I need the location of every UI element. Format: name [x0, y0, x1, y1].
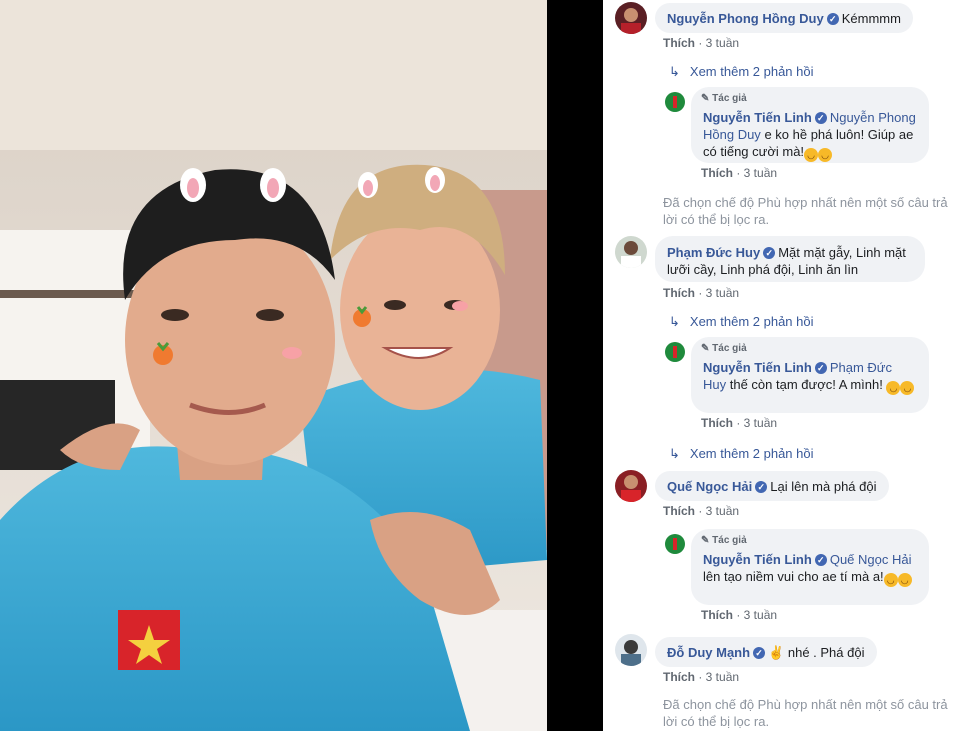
- avatar[interactable]: [615, 470, 647, 502]
- comment-bubble: Quế Ngọc Hải ✓ Lại lên mà phá đội: [655, 471, 889, 501]
- reply-arrow-icon: ↳: [669, 64, 680, 79]
- verified-icon: ✓: [826, 13, 839, 25]
- reply-author[interactable]: Nguyễn Tiến Linh: [703, 552, 812, 567]
- comment-bubble: Phạm Đức Huy ✓ Mặt mặt gẫy, Linh mặt lưỡi …: [655, 236, 925, 282]
- view-more-replies[interactable]: ↳ Xem thêm 2 phản hồi: [669, 64, 813, 80]
- view-more-label: Xem thêm 2 phản hồi: [689, 64, 814, 79]
- verified-icon: ✓: [814, 112, 827, 124]
- view-more-replies[interactable]: ↳ Xem thêm 2 phản hồi: [669, 446, 813, 462]
- comments-panel: Nguyễn Phong Hồng Duy ✓ Kémmmm Thích · 3 t…: [603, 0, 963, 731]
- laughing-emoji-icon: ◡: [900, 381, 915, 395]
- avatar[interactable]: [615, 634, 647, 666]
- comment-text: Lại lên mà phá đội: [770, 479, 877, 494]
- comment-meta: Thích · 3 tuần: [663, 36, 740, 50]
- like-link[interactable]: Thích: [663, 504, 695, 518]
- laughing-emoji-icon: ◡: [804, 148, 819, 162]
- laughing-emoji-icon: ◡: [883, 573, 898, 587]
- author-badge-label: Tác giả: [712, 343, 747, 354]
- comment-meta: Thích · 3 tuần: [663, 670, 740, 684]
- author-badge: ✎ Tác giả: [701, 343, 747, 354]
- comment-author[interactable]: Phạm Đức Huy: [667, 245, 760, 260]
- like-link[interactable]: Thích: [701, 166, 733, 180]
- reply-meta: Thích · 3 tuần: [701, 166, 778, 180]
- like-link[interactable]: Thích: [663, 36, 695, 50]
- reply-arrow-icon: ↳: [669, 314, 680, 329]
- reply-author[interactable]: Nguyễn Tiến Linh: [703, 110, 812, 125]
- comment-author[interactable]: Đỗ Duy Mạnh: [667, 645, 750, 660]
- view-more-label: Xem thêm 2 phản hồi: [689, 446, 814, 461]
- avatar[interactable]: [615, 236, 647, 268]
- author-badge-label: Tác giả: [712, 93, 747, 104]
- avatar[interactable]: [665, 534, 685, 554]
- verified-icon: ✓: [814, 554, 827, 566]
- like-link[interactable]: Thích: [663, 286, 695, 300]
- timestamp[interactable]: 3 tuần: [706, 504, 739, 518]
- comment-meta: Thích · 3 tuần: [663, 504, 740, 518]
- selfie-photo: [0, 0, 547, 731]
- laughing-emoji-icon: ◡: [897, 573, 912, 587]
- filter-notice: Đã chọn chế độ Phù hợp nhất nên một số c…: [663, 697, 948, 729]
- reply-author[interactable]: Nguyễn Tiến Linh: [703, 360, 812, 375]
- reply-text: thế còn tạm được! A mình!: [729, 377, 883, 392]
- comment-meta: Thích · 3 tuần: [663, 286, 740, 300]
- comment-author[interactable]: Quế Ngọc Hải: [667, 479, 752, 494]
- reply-arrow-icon: ↳: [669, 446, 680, 461]
- comment-text: ✌️ nhé . Phá đội: [768, 645, 865, 660]
- author-badge: ✎ Tác giả: [701, 535, 747, 546]
- verified-icon: ✓: [814, 362, 827, 374]
- verified-icon: ✓: [755, 481, 768, 493]
- view-more-label: Xem thêm 2 phản hồi: [689, 314, 814, 329]
- reply-meta: Thích · 3 tuần: [701, 416, 778, 430]
- comment-bubble: Nguyễn Phong Hồng Duy ✓ Kémmmm: [655, 3, 913, 33]
- filter-notice: Đã chọn chế độ Phù hợp nhất nên một số c…: [663, 195, 948, 227]
- timestamp[interactable]: 3 tuần: [706, 286, 739, 300]
- author-badge-label: Tác giả: [712, 535, 747, 546]
- avatar[interactable]: [665, 342, 685, 362]
- timestamp[interactable]: 3 tuần: [744, 166, 777, 180]
- timestamp[interactable]: 3 tuần: [744, 608, 777, 622]
- avatar[interactable]: [665, 92, 685, 112]
- view-more-replies[interactable]: ↳ Xem thêm 2 phản hồi: [669, 314, 813, 330]
- reply-text: lên tạo niềm vui cho ae tí mà a!: [703, 569, 884, 584]
- like-link[interactable]: Thích: [701, 416, 733, 430]
- laughing-emoji-icon: ◡: [886, 381, 901, 395]
- comment-author[interactable]: Nguyễn Phong Hồng Duy: [667, 11, 824, 26]
- verified-icon: ✓: [753, 647, 766, 659]
- timestamp[interactable]: 3 tuần: [706, 670, 739, 684]
- verified-icon: ✓: [763, 247, 776, 259]
- comment-bubble: Đỗ Duy Mạnh ✓ ✌️ nhé . Phá đội: [655, 637, 877, 667]
- comment-text: Kémmmm: [841, 11, 901, 26]
- laughing-emoji-icon: ◡: [818, 148, 833, 162]
- mention-link[interactable]: Quế Ngọc Hải: [830, 552, 912, 567]
- like-link[interactable]: Thích: [663, 670, 695, 684]
- timestamp[interactable]: 3 tuần: [744, 416, 777, 430]
- like-link[interactable]: Thích: [701, 608, 733, 622]
- avatar[interactable]: [615, 2, 647, 34]
- timestamp[interactable]: 3 tuần: [706, 36, 739, 50]
- reply-meta: Thích · 3 tuần: [701, 608, 778, 622]
- author-badge: ✎ Tác giả: [701, 93, 747, 104]
